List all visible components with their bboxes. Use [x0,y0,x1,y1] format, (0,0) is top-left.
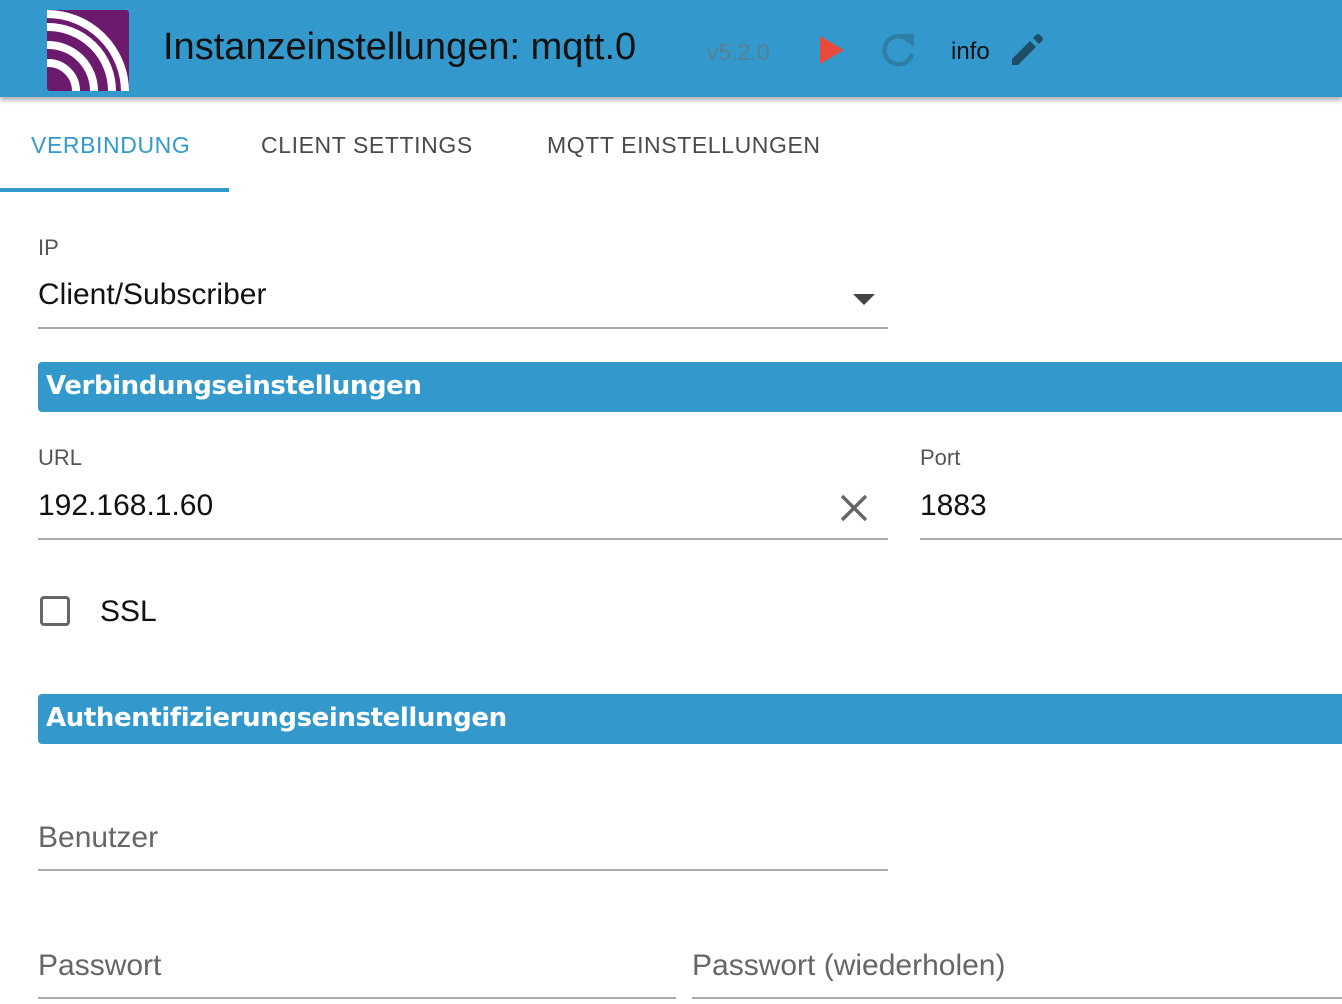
url-underline [38,538,888,540]
reload-icon[interactable] [878,30,918,70]
user-input[interactable]: Benutzer [38,820,878,856]
tab-verbindung[interactable]: VERBINDUNG [31,131,190,159]
password-underline [38,997,676,999]
port-label: Port [920,445,961,470]
mqtt-logo-icon [47,10,129,91]
app-header: Instanzeinstellungen: mqtt.0 v5.2.0 info [0,0,1342,97]
section-header-auth: Authentifizierungseinstellungen [38,694,1342,744]
tab-bar: VERBINDUNG CLIENT SETTINGS MQTT EINSTELL… [0,97,1342,194]
section-header-connection: Verbindungseinstellungen [38,362,1342,412]
clear-icon[interactable] [838,492,870,524]
port-input[interactable]: 1883 [920,488,1320,524]
port-underline [920,538,1342,540]
ssl-checkbox[interactable] [40,596,70,626]
ip-select[interactable]: Client/Subscriber [38,277,848,313]
password-repeat-underline [692,997,1342,999]
active-tab-indicator [0,188,229,192]
url-label: URL [38,445,83,470]
user-underline [38,869,888,871]
ip-select-underline [38,327,888,329]
password-input[interactable]: Passwort [38,948,668,984]
url-input[interactable]: 192.168.1.60 [38,488,828,524]
ssl-label[interactable]: SSL [100,594,157,630]
page-title: Instanzeinstellungen: mqtt.0 [163,26,637,68]
chevron-down-icon[interactable] [853,294,875,305]
tab-client-settings[interactable]: CLIENT SETTINGS [261,131,473,159]
password-repeat-input[interactable]: Passwort (wiederholen) [692,948,1332,984]
section-title-connection: Verbindungseinstellungen [46,371,422,401]
info-button[interactable]: info [951,38,990,66]
edit-pencil-icon[interactable] [1008,31,1046,69]
ip-label: IP [38,235,59,260]
tab-mqtt-einstellungen[interactable]: MQTT EINSTELLUNGEN [547,131,821,159]
section-title-auth: Authentifizierungseinstellungen [46,703,507,733]
play-icon[interactable] [818,34,846,66]
version-label: v5.2.0 [707,39,770,65]
